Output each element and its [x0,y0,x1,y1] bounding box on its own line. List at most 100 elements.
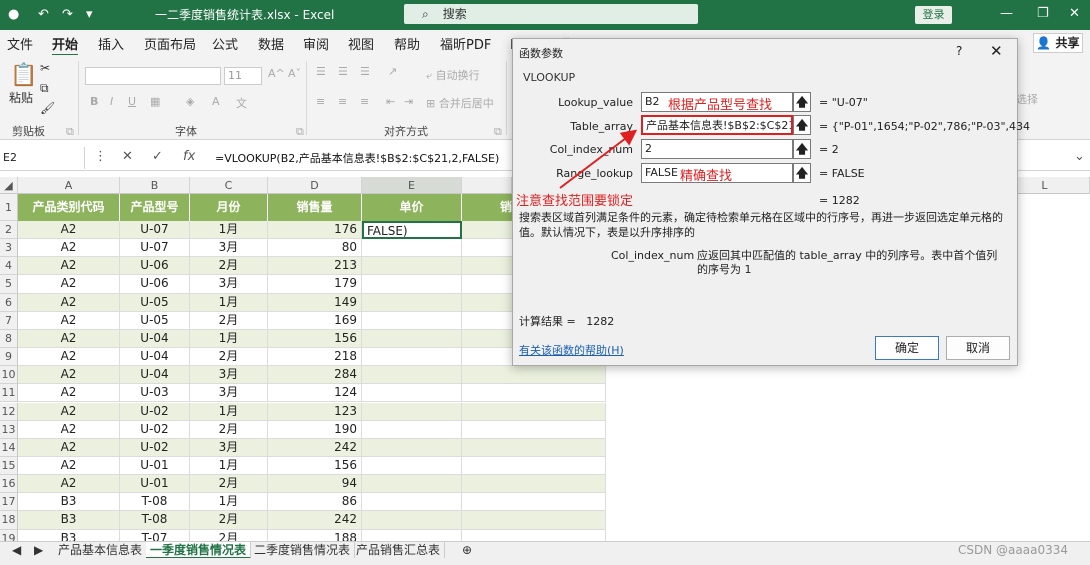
next-sheet-icon[interactable]: ▶ [30,542,47,559]
align-bottom-icon[interactable]: ☰ [360,65,370,78]
prev-sheet-icon[interactable]: ◀ [8,542,25,559]
menu-data[interactable]: 数据 [258,34,284,53]
table-cell[interactable] [362,366,462,385]
table-cell[interactable]: 1月 [190,329,268,349]
table-cell[interactable]: U-07 [120,221,190,240]
table-cell[interactable] [362,293,462,312]
merge-center-button[interactable]: ⊞ 合并后居中 [426,95,494,111]
table-cell[interactable]: A2 [18,293,120,312]
function-help-link[interactable]: 有关该函数的帮助(H) [519,342,624,358]
table-cell[interactable] [462,402,606,421]
menu-formulas[interactable]: 公式 [212,34,238,53]
column-header-d[interactable]: D [268,177,362,194]
row-number[interactable]: 16 [0,475,18,494]
dialog-close-button[interactable]: ✕ [990,42,1003,60]
autosave-icon[interactable]: ● [8,7,19,22]
row-number[interactable]: 11 [0,384,18,403]
table-cell[interactable]: U-06 [120,257,190,276]
borders-icon[interactable]: ▦ [150,95,160,108]
row-number[interactable]: 1 [0,194,18,221]
arg-input-col-index-num[interactable]: 2 [641,139,793,159]
table-cell[interactable]: 1月 [190,221,268,240]
font-name-select[interactable] [85,67,221,85]
undo-icon[interactable]: ↶ [38,7,49,22]
table-cell[interactable]: 284 [268,366,362,385]
table-cell[interactable]: A2 [18,221,120,240]
table-cell[interactable]: B3 [18,493,120,512]
copy-icon[interactable]: ⧉ [40,81,49,96]
collapse-dialog-icon[interactable]: 🡅 [793,92,811,112]
restore-icon[interactable]: ❐ [1037,6,1049,21]
table-cell[interactable]: 188 [268,529,362,541]
table-cell[interactable] [362,239,462,258]
search-box[interactable]: ⌕ 搜索 [404,4,698,24]
table-cell[interactable]: A2 [18,384,120,403]
paste-icon[interactable]: 📋 [10,63,37,88]
row-number[interactable]: 3 [0,239,18,258]
row-number[interactable]: 7 [0,311,18,330]
table-cell[interactable] [362,329,462,349]
alignment-launcher-icon[interactable]: ⧉ [494,125,502,139]
table-cell[interactable]: A2 [18,456,120,476]
table-cell[interactable]: U-05 [120,293,190,312]
customize-qat-icon[interactable]: ▾ [86,7,93,22]
shrink-font-icon[interactable]: Aˇ [288,67,301,80]
menu-home[interactable]: 开始 [52,34,79,56]
grow-font-icon[interactable]: A^ [268,67,285,80]
table-cell[interactable]: 124 [268,384,362,403]
name-box[interactable]: E2 [0,147,85,169]
select-label[interactable]: 选择 [1016,91,1038,107]
column-header-c[interactable]: C [190,177,268,194]
table-cell[interactable]: 2月 [190,511,268,530]
table-cell[interactable]: U-02 [120,420,190,439]
table-cell[interactable]: 179 [268,275,362,294]
column-header-e[interactable]: E [362,177,462,194]
table-cell[interactable]: 176 [268,221,362,240]
table-cell[interactable]: T-08 [120,511,190,530]
dialog-help-button[interactable]: ? [956,44,962,58]
underline-icon[interactable]: U [128,95,136,108]
menu-foxit-pdf[interactable]: 福昕PDF [440,34,491,53]
table-cell[interactable]: 123 [268,402,362,421]
table-cell[interactable]: 242 [268,511,362,530]
table-cell[interactable] [462,493,606,512]
wrap-text-button[interactable]: ⤶ 自动换行 [426,67,480,83]
table-cell[interactable] [362,311,462,330]
table-cell[interactable]: 80 [268,239,362,258]
sheet-tab-q2-sales[interactable]: 二季度销售情况表 [250,542,356,559]
row-number[interactable]: 2 [0,221,18,240]
table-cell[interactable]: 3月 [190,239,268,258]
table-cell[interactable]: T-07 [120,529,190,541]
table-cell[interactable]: 3月 [190,366,268,385]
active-cell-e2[interactable]: FALSE) [362,221,462,240]
table-cell[interactable]: U-06 [120,275,190,294]
table-cell[interactable]: A2 [18,311,120,330]
table-cell[interactable]: 2月 [190,311,268,330]
table-cell[interactable]: U-05 [120,311,190,330]
minimize-icon[interactable]: — [1000,6,1013,21]
align-center-icon[interactable]: ≡ [338,95,347,108]
table-cell[interactable] [462,456,606,476]
table-cell[interactable] [462,475,606,494]
header-sales-volume[interactable]: 销售量 [268,194,362,221]
table-cell[interactable]: A2 [18,402,120,421]
table-cell[interactable]: 169 [268,311,362,330]
menu-help[interactable]: 帮助 [394,34,420,53]
menu-file[interactable]: 文件 [7,34,33,53]
table-cell[interactable]: A2 [18,366,120,385]
sheet-tab-product-info[interactable]: 产品基本信息表 [54,542,148,559]
menu-page-layout[interactable]: 页面布局 [144,34,196,53]
table-cell[interactable]: A2 [18,438,120,457]
insert-function-icon[interactable]: fx [183,149,195,164]
ok-button[interactable]: 确定 [875,336,939,360]
table-cell[interactable]: 242 [268,438,362,457]
add-sheet-icon[interactable]: ⊕ [458,542,476,559]
cut-icon[interactable]: ✂ [40,61,50,75]
collapse-dialog-icon[interactable]: 🡅 [793,139,811,159]
fill-color-icon[interactable]: ◈ [186,95,194,108]
table-cell[interactable]: 3月 [190,275,268,294]
table-cell[interactable]: A2 [18,275,120,294]
table-cell[interactable]: 2月 [190,475,268,494]
menu-view[interactable]: 视图 [348,34,374,53]
align-middle-icon[interactable]: ☰ [338,65,348,78]
